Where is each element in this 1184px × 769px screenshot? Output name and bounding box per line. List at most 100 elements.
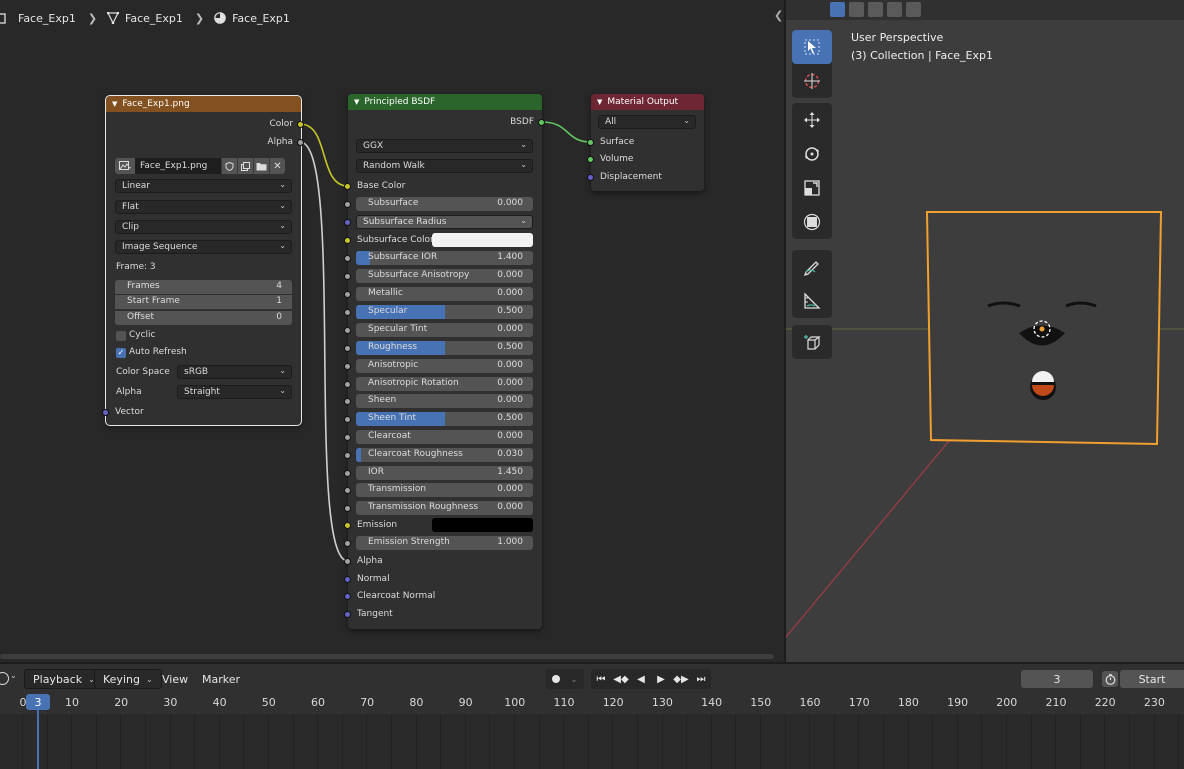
source-dropdown[interactable]: Image Sequence ⌄ <box>115 240 292 254</box>
subsurface-method-dropdown[interactable]: Random Walk ⌄ <box>356 159 533 173</box>
socket-tangent-in[interactable] <box>344 611 351 618</box>
bsdf-value-field[interactable]: Roughness 0.500 <box>356 341 533 355</box>
socket-field-in[interactable] <box>344 505 351 512</box>
bsdf-value-field[interactable]: Specular Tint 0.000 <box>356 323 533 337</box>
annotate-tool[interactable] <box>792 250 832 284</box>
cyclic-checkbox[interactable] <box>116 331 126 341</box>
record-options[interactable]: ⌄ <box>566 669 582 689</box>
socket-field-in[interactable] <box>344 363 351 370</box>
target-dropdown[interactable]: All ⌄ <box>598 115 696 129</box>
node-header[interactable]: ▼ Face_Exp1.png <box>106 96 301 112</box>
socket-field-in[interactable] <box>344 470 351 477</box>
horizontal-scrollbar[interactable] <box>0 654 774 659</box>
bsdf-value-field[interactable]: Subsurface Anisotropy 0.000 <box>356 269 533 283</box>
socket-field-in[interactable] <box>344 416 351 423</box>
socket-bsdf-out[interactable] <box>538 119 545 126</box>
frames-field[interactable]: Frames 4 <box>115 280 292 294</box>
socket-field-in[interactable] <box>344 345 351 352</box>
bsdf-value-field[interactable]: Sheen Tint 0.500 <box>356 412 533 426</box>
chevron-down-icon[interactable]: ▼ <box>597 98 602 106</box>
playback-menu[interactable]: Playback ⌄ <box>24 669 104 689</box>
bsdf-value-field[interactable]: Anisotropic Rotation 0.000 <box>356 377 533 391</box>
next-keyframe-button[interactable]: ◆▶ <box>671 669 691 689</box>
alpha-mode-dropdown[interactable]: Straight ⌄ <box>177 385 292 399</box>
image-texture-node[interactable]: ▼ Face_Exp1.png Color Alpha Face_Exp1.pn… <box>102 95 304 426</box>
emission-color-swatch[interactable] <box>432 518 533 532</box>
emission-strength-field[interactable]: Emission Strength 1.000 <box>356 536 533 550</box>
select-tool[interactable] <box>792 30 832 64</box>
socket-field-in[interactable] <box>344 273 351 280</box>
node-editor[interactable]: Face_Exp1 ❯ Face_Exp1 ❯ Face_Exp1 ❮ ▼ Fa… <box>0 0 784 662</box>
open-image-button[interactable] <box>253 158 269 174</box>
socket-emission-in[interactable] <box>344 522 351 529</box>
timeline-ruler[interactable]: 0 10 20 30 40 50 60 70 80 90 100 110 120 130 140 150 160… <box>0 692 1184 714</box>
socket-subsurface-radius-in[interactable] <box>344 219 351 226</box>
socket-clearcoat-normal-in[interactable] <box>344 593 351 600</box>
socket-field-in[interactable] <box>344 291 351 298</box>
distribution-dropdown[interactable]: GGX ⌄ <box>356 139 533 153</box>
select-extend-mode-icon[interactable] <box>849 2 864 17</box>
bsdf-value-field[interactable]: Transmission Roughness 0.000 <box>356 501 533 515</box>
cursor-tool[interactable] <box>792 64 832 98</box>
material-output-node[interactable]: ▼ Material Output All ⌄ Surface Volume Di… <box>587 94 704 191</box>
socket-field-in[interactable] <box>344 487 351 494</box>
rotate-tool[interactable] <box>792 137 832 171</box>
auto-refresh-checkbox[interactable]: ✓ <box>116 348 126 358</box>
socket-displacement-in[interactable] <box>587 174 594 181</box>
unlink-image-button[interactable]: ✕ <box>269 158 285 174</box>
socket-vector-in[interactable] <box>102 409 109 416</box>
timeline-body[interactable] <box>0 714 1184 769</box>
select-invert-mode-icon[interactable] <box>887 2 902 17</box>
socket-emission-strength-in[interactable] <box>344 540 351 547</box>
chevron-down-icon[interactable]: ▼ <box>112 100 117 108</box>
jump-start-button[interactable]: ⏮ <box>591 669 611 689</box>
projection-dropdown[interactable]: Flat ⌄ <box>115 200 292 214</box>
bsdf-value-field[interactable]: IOR 1.450 <box>356 466 533 480</box>
socket-subsurface-color-in[interactable] <box>344 237 351 244</box>
play-button[interactable]: ▶ <box>651 669 671 689</box>
timeline[interactable]: ⌄ Playback ⌄ Keying ⌄ View Marker ⌄ ⏮ ◀◆ ◀… <box>0 664 1184 769</box>
socket-volume-in[interactable] <box>587 156 594 163</box>
chevron-down-icon[interactable]: ▼ <box>354 98 359 106</box>
current-frame-field[interactable]: 3 <box>1021 670 1093 688</box>
bsdf-value-field[interactable]: Subsurface 0.000 <box>356 197 533 211</box>
duplicate-image-button[interactable] <box>237 158 253 174</box>
scale-tool[interactable] <box>792 171 832 205</box>
socket-field-in[interactable] <box>344 381 351 388</box>
view-menu[interactable]: View <box>162 669 188 689</box>
image-browse-button[interactable] <box>115 158 135 174</box>
socket-field-in[interactable] <box>344 201 351 208</box>
node-header[interactable]: ▼ Principled BSDF <box>348 94 542 110</box>
offset-field[interactable]: Offset 0 <box>115 311 292 325</box>
socket-normal-in[interactable] <box>344 576 351 583</box>
principled-bsdf-node[interactable]: ▼ Principled BSDF BSDF GGX ⌄ Random Walk ⌄… <box>344 94 545 629</box>
record-button[interactable] <box>546 669 566 689</box>
select-subtract-mode-icon[interactable] <box>868 2 883 17</box>
editor-type-icon[interactable] <box>0 672 9 685</box>
prev-keyframe-button[interactable]: ◀◆ <box>611 669 631 689</box>
socket-field-in[interactable] <box>344 327 351 334</box>
socket-field-in[interactable] <box>344 309 351 316</box>
stopwatch-icon[interactable] <box>1102 671 1118 687</box>
bsdf-value-field[interactable]: Metallic 0.000 <box>356 287 533 301</box>
fake-user-button[interactable] <box>221 158 237 174</box>
subsurface-color-swatch[interactable] <box>432 233 533 247</box>
keying-menu[interactable]: Keying ⌄ <box>94 669 162 689</box>
marker-menu[interactable]: Marker <box>202 669 240 689</box>
socket-field-in[interactable] <box>344 434 351 441</box>
bsdf-value-field[interactable]: Clearcoat Roughness 0.030 <box>356 448 533 462</box>
measure-tool[interactable] <box>792 284 832 318</box>
bsdf-value-field[interactable]: Anisotropic 0.000 <box>356 359 533 373</box>
select-intersect-mode-icon[interactable] <box>906 2 921 17</box>
start-frame-field[interactable]: Start Frame 1 <box>115 295 292 309</box>
playhead[interactable]: 3 <box>26 694 50 710</box>
bsdf-value-field[interactable]: Subsurface IOR 1.400 <box>356 251 533 265</box>
socket-surface-in[interactable] <box>587 139 594 146</box>
jump-end-button[interactable]: ⏭ <box>691 669 711 689</box>
extension-dropdown[interactable]: Clip ⌄ <box>115 220 292 234</box>
transform-tool[interactable] <box>792 205 832 239</box>
interpolation-dropdown[interactable]: Linear ⌄ <box>115 179 292 193</box>
play-reverse-button[interactable]: ◀ <box>631 669 651 689</box>
socket-field-in[interactable] <box>344 398 351 405</box>
socket-color-out[interactable] <box>297 121 304 128</box>
